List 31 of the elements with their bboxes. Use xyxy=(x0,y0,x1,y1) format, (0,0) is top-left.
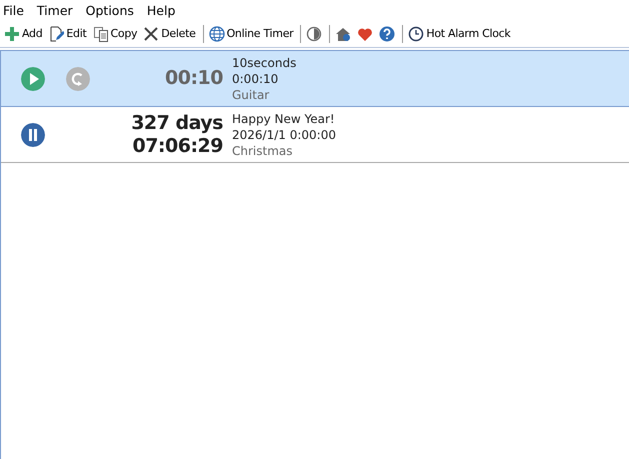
edit-icon xyxy=(48,26,64,42)
plus-icon xyxy=(4,26,20,42)
menu-item[interactable]: Help xyxy=(146,2,182,18)
timer-row[interactable]: 00:10 10seconds 0:00:10 Guitar xyxy=(1,50,629,107)
toolbar-button[interactable]: Delete xyxy=(141,22,200,46)
heart-icon xyxy=(357,26,374,42)
pause-button[interactable] xyxy=(21,122,45,146)
toolbar-button[interactable]: Copy xyxy=(90,22,142,46)
clock-icon xyxy=(408,26,424,42)
countdown-time: 00:10 xyxy=(164,67,223,90)
timer-sound: Guitar xyxy=(232,86,270,102)
timer-sound: Christmas xyxy=(232,142,294,158)
contrast-icon xyxy=(306,26,322,42)
menu-item[interactable]: Options xyxy=(84,2,141,18)
timer-name: 10seconds xyxy=(232,54,296,70)
timer-target: 0:00:10 xyxy=(232,70,280,86)
toolbar-button[interactable]: Hot Alarm Clock xyxy=(406,22,514,46)
menu-item[interactable]: Timer xyxy=(36,2,80,18)
house-icon xyxy=(335,26,352,42)
timer-name: Happy New Year! xyxy=(232,110,336,126)
toolbar-button[interactable]: Online Timer xyxy=(206,22,298,46)
countdown-time: 327 days 07:06:29 xyxy=(130,112,223,158)
play-button[interactable] xyxy=(21,66,45,90)
timer-target: 2026/1/1 0:00:00 xyxy=(232,126,336,142)
copy-icon xyxy=(92,26,109,42)
menu-item[interactable]: File xyxy=(2,2,31,18)
delete-icon xyxy=(143,26,160,42)
globe-icon xyxy=(208,26,225,42)
toolbar-button[interactable]: Edit xyxy=(46,22,91,46)
help-icon xyxy=(379,26,396,42)
toolbar-button[interactable]: Add xyxy=(2,22,46,46)
